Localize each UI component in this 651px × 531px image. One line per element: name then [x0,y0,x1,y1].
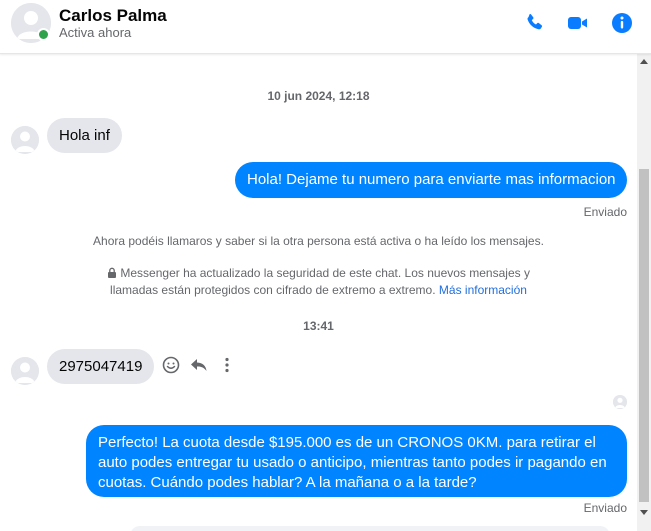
security-notice-line2: llamadas están protegidos con cifrado de… [110,283,436,297]
sender-avatar[interactable] [11,126,39,154]
scroll-down-icon[interactable] [640,510,648,515]
contact-status: Activa ahora [59,25,132,40]
reply-icon[interactable] [189,355,209,375]
sent-status: Enviado [583,205,627,219]
lock-icon [108,267,117,278]
seen-avatar [613,395,627,409]
default-avatar-icon [613,395,627,409]
default-avatar-icon [11,126,39,154]
default-avatar-icon [11,357,39,385]
more-info-link[interactable]: Más información [439,283,527,297]
info-icon[interactable] [610,11,634,35]
sender-avatar[interactable] [11,357,39,385]
sent-status: Enviado [583,501,627,515]
security-notice: Messenger ha actualizado la seguridad de… [0,265,637,299]
chat-header: Carlos Palma Activa ahora [0,0,651,54]
phone-icon[interactable] [523,11,547,35]
video-icon[interactable] [566,11,590,35]
incoming-message[interactable]: Hola inf [47,118,122,153]
message-timestamp: 10 jun 2024, 12:18 [267,89,370,103]
presence-indicator [37,28,50,41]
contact-name[interactable]: Carlos Palma [59,6,167,26]
scroll-up-icon[interactable] [640,59,648,64]
message-list: 10 jun 2024, 12:18 Hola inf Hola! Dejame… [0,54,637,531]
security-notice-line1: Messenger ha actualizado la seguridad de… [120,266,530,280]
chat-scrollbar[interactable] [637,54,651,531]
system-notice: Ahora podéis llamaros y saber si la otra… [93,234,544,248]
outgoing-message[interactable]: Hola! Dejame tu numero para enviarte mas… [235,162,627,198]
outgoing-message[interactable]: Perfecto! La cuota desde $195.000 es de … [86,425,627,497]
scroll-thumb[interactable] [639,169,649,502]
incoming-message[interactable]: 2975047419 [47,349,155,384]
partial-message-bubble [130,526,610,531]
message-timestamp: 13:41 [303,319,334,333]
more-options-icon[interactable] [217,355,237,375]
react-emoji-icon[interactable] [161,355,181,375]
